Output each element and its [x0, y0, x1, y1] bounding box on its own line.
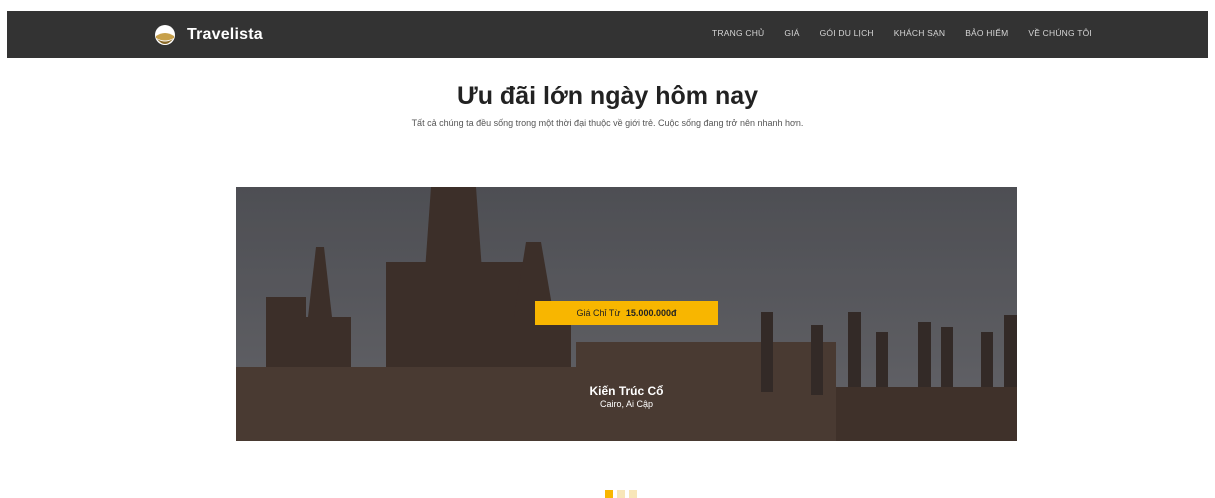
nav-item-about[interactable]: VỀ CHÚNG TÔI	[1028, 28, 1092, 38]
main-menu: TRANG CHỦ GIÁ GÓI DU LỊCH KHÁCH SẠN BẢO …	[692, 28, 1092, 38]
price-value: 15.000.000đ	[625, 308, 677, 318]
brand-name: Travelista	[187, 26, 263, 43]
offer-slide[interactable]: Giá Chỉ Từ 15.000.000đ Kiến Trúc Cổ Cair…	[236, 187, 1017, 441]
logo-icon	[155, 25, 175, 45]
slide-location: Cairo, Ai Cập	[599, 399, 654, 409]
carousel-dot-1[interactable]	[605, 490, 613, 498]
section-title: Ưu đãi lớn ngày hôm nay	[456, 82, 759, 110]
nav-item-insurance[interactable]: BẢO HIỂM	[965, 28, 1008, 38]
price-prefix: Giá Chỉ Từ	[576, 308, 621, 318]
carousel-dot-2[interactable]	[617, 490, 625, 498]
slide-title: Kiến Trúc Cổ	[589, 384, 664, 398]
carousel-dots	[605, 490, 637, 498]
logo[interactable]: Travelista	[154, 24, 263, 46]
nav-item-home[interactable]: TRANG CHỦ	[712, 28, 764, 38]
nav-item-price[interactable]: GIÁ	[784, 28, 799, 38]
navbar: Travelista TRANG CHỦ GIÁ GÓI DU LỊCH KHÁ…	[7, 11, 1208, 58]
price-badge[interactable]: Giá Chỉ Từ 15.000.000đ	[535, 301, 718, 325]
slide-caption: Kiến Trúc Cổ Cairo, Ai Cập	[236, 384, 1017, 409]
section-subtitle: Tất cả chúng ta đều sống trong một thời …	[411, 118, 804, 128]
carousel-dot-3[interactable]	[629, 490, 637, 498]
nav-item-packages[interactable]: GÓI DU LỊCH	[820, 28, 874, 38]
nav-item-hotels[interactable]: KHÁCH SẠN	[894, 28, 945, 38]
